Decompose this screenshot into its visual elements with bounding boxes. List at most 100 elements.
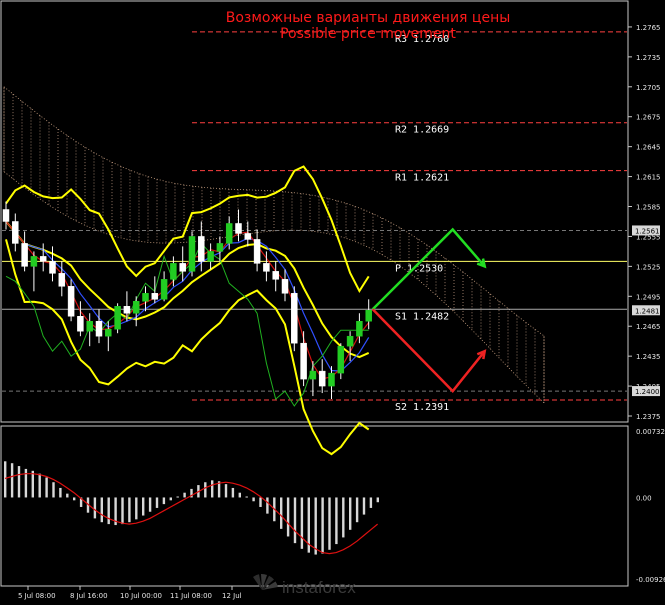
histogram-bar — [45, 477, 48, 498]
candle-body — [86, 320, 93, 332]
histogram-bar — [335, 497, 338, 545]
price-tick-label: 1.2375 — [636, 413, 661, 421]
histogram-bar — [10, 463, 14, 498]
pivot-label: P 1.2530 — [395, 263, 443, 274]
candle-body — [291, 293, 298, 344]
histogram-bar — [314, 497, 317, 555]
candle-body — [39, 256, 47, 262]
histogram-bar — [259, 497, 262, 507]
candle-body — [337, 345, 345, 374]
chart-title: Возможные варианты движения цены — [226, 10, 511, 26]
histogram-bar — [128, 497, 131, 523]
candle-body — [179, 263, 186, 272]
histogram-bar — [293, 497, 297, 544]
logo-text: instaforex — [282, 578, 356, 597]
oscillator-tick-label: 0.00732 — [636, 428, 665, 436]
histogram-bar — [238, 492, 241, 498]
pivot-label: S1 1.2482 — [395, 311, 449, 322]
candle-body — [114, 306, 121, 330]
candle-body — [2, 209, 10, 222]
candle-body — [356, 320, 363, 337]
candle-body — [309, 370, 317, 380]
candle-body — [12, 221, 19, 244]
price-tick-label: 1.2495 — [636, 293, 661, 301]
oscillator-tick-label: 0.00 — [636, 494, 652, 502]
candle-body — [244, 233, 252, 240]
price-tick-label: 1.2465 — [636, 323, 661, 331]
oscillator-tick-label: -0.00926 — [636, 576, 665, 584]
histogram-bar — [17, 466, 21, 498]
price-tick-label: 1.2435 — [636, 353, 661, 361]
histogram-bar — [135, 497, 138, 520]
candle-body — [207, 251, 214, 262]
candle-body — [132, 301, 140, 314]
candle-body — [281, 279, 289, 294]
histogram-bar — [176, 496, 179, 498]
histogram-bar — [121, 497, 124, 525]
histogram-bar — [148, 497, 152, 512]
histogram-bar — [266, 497, 269, 514]
price-tag-label: 1.2561 — [635, 227, 660, 235]
histogram-bar — [142, 497, 145, 516]
histogram-bar — [342, 497, 345, 538]
candle-body — [263, 263, 270, 272]
candle-body — [272, 271, 279, 280]
time-tick-label: 5 Jul 08:00 — [18, 592, 56, 600]
histogram-bar — [245, 496, 248, 498]
histogram-bar — [211, 480, 214, 498]
candle-body — [346, 335, 354, 347]
pivot-label: R1 1.2621 — [395, 173, 449, 184]
histogram-bar — [100, 497, 103, 523]
histogram-bar — [31, 470, 34, 498]
price-tag-label: 1.2400 — [635, 388, 660, 396]
candle-body — [365, 310, 372, 322]
histogram-bar — [169, 497, 172, 501]
pivot-label: R2 1.2669 — [395, 125, 449, 136]
histogram-bar — [300, 497, 304, 549]
price-tick-label: 1.2735 — [636, 54, 661, 62]
candle-body — [105, 328, 112, 337]
histogram-bar — [376, 497, 379, 503]
candle-body — [225, 223, 233, 244]
candle-body — [21, 243, 28, 267]
histogram-bar — [355, 497, 359, 523]
histogram-bar — [349, 497, 352, 530]
histogram-bar — [73, 497, 76, 501]
histogram-bar — [224, 484, 228, 498]
price-tick-label: 1.2705 — [636, 84, 661, 92]
candle-body — [77, 316, 84, 332]
histogram-bar — [162, 497, 166, 505]
pivot-label: S2 1.2391 — [395, 402, 449, 413]
candle-body — [58, 273, 66, 287]
time-tick-label: 11 Jul 08:00 — [170, 592, 212, 600]
candle-body — [142, 293, 149, 302]
histogram-bar — [252, 497, 255, 502]
candle-body — [188, 236, 196, 272]
candle-body — [67, 286, 75, 317]
histogram-bar — [328, 497, 331, 550]
histogram-bar — [38, 473, 41, 498]
price-tick-label: 1.2645 — [636, 144, 661, 152]
time-tick-label: 10 Jul 00:00 — [120, 592, 162, 600]
time-tick-label: 12 Jul — [222, 592, 242, 600]
histogram-bar — [183, 492, 186, 498]
histogram-bar — [204, 482, 207, 498]
histogram-bar — [321, 497, 324, 554]
price-tick-label: 1.2615 — [636, 174, 661, 182]
candle-body — [151, 293, 159, 300]
candle-body — [216, 243, 224, 252]
candle-body — [123, 306, 131, 314]
histogram-bar — [362, 497, 366, 515]
time-tick-label: 8 Jul 16:00 — [70, 592, 108, 600]
histogram-bar — [155, 497, 159, 508]
histogram-bar — [286, 497, 290, 537]
histogram-bar — [66, 493, 69, 498]
candle-body — [253, 239, 261, 264]
histogram-bar — [280, 497, 283, 529]
forex-chart: R3 1.2760R2 1.2669R1 1.2621P 1.2530S1 1.… — [0, 0, 665, 605]
histogram-bar — [59, 487, 62, 498]
price-tick-label: 1.2525 — [636, 263, 661, 271]
histogram-bar — [107, 497, 110, 525]
histogram-bar — [4, 461, 7, 498]
candle-body — [30, 256, 38, 267]
